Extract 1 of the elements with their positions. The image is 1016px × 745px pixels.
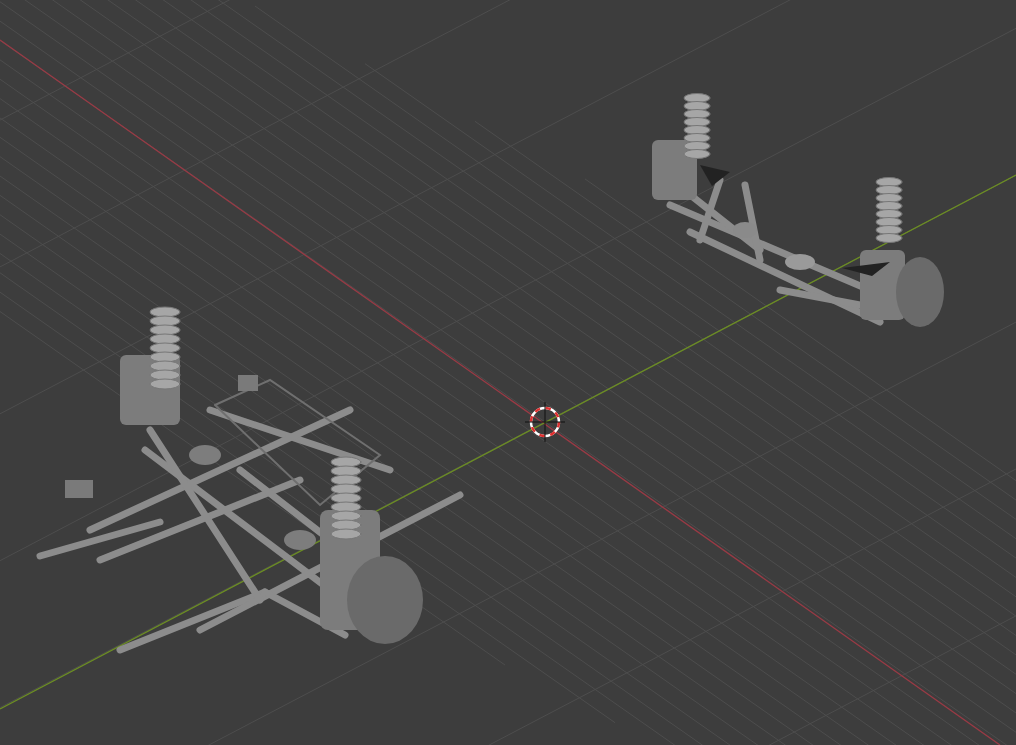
3d-cursor-icon[interactable] (524, 401, 566, 443)
